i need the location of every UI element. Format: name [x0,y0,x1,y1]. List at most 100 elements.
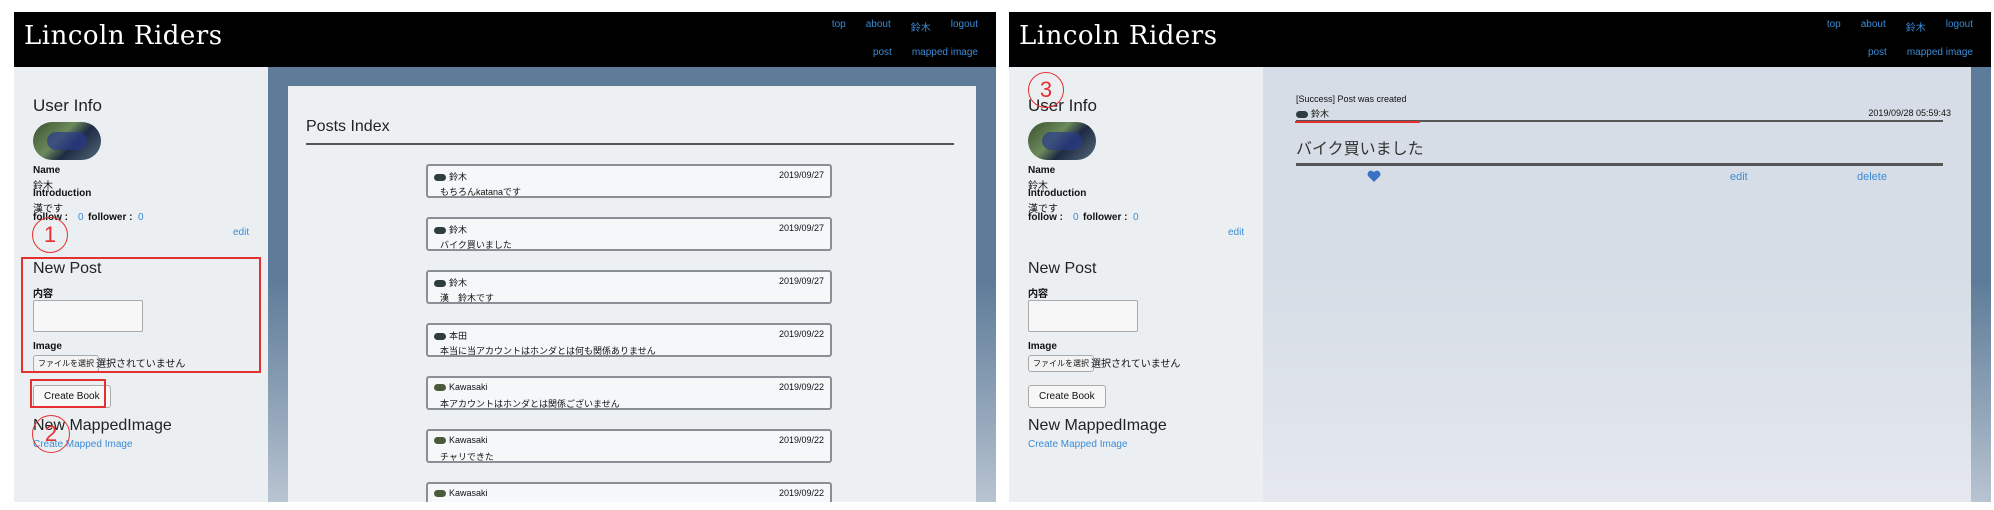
post-card[interactable]: 鈴木 2019/09/27 漢 鈴木です [426,270,832,304]
file-select-button[interactable]: ファイルを選択 [1028,355,1094,372]
avatar [434,384,446,392]
nav-link-mapped-image[interactable]: mapped image [912,47,978,58]
nav-link-mapped-image[interactable]: mapped image [1907,47,1973,58]
post-date: 2019/09/27 [778,223,824,233]
post-author-name[interactable]: Kawasaki [449,435,488,445]
annotation-box-new-post [21,257,261,373]
nav-link-top[interactable]: top [1827,19,1841,34]
create-book-button[interactable]: Create Book [1028,385,1106,408]
avatar [434,227,446,235]
nav-row-top: top about 鈴木 logout [832,19,978,34]
post-card[interactable]: 鈴木 2019/09/27 バイク買いました [426,217,832,251]
nav-link-logout[interactable]: logout [1946,19,1973,34]
follower-label: follower : [1083,212,1128,223]
avatar [434,490,446,498]
edit-profile-link[interactable]: edit [233,227,249,238]
new-post-title: New Post [1028,260,1097,277]
brand-logo[interactable]: Lincoln Riders [1019,21,1218,51]
post-author-name[interactable]: Kawasaki [449,382,488,392]
post-author: 鈴木 [434,276,467,289]
post-datetime: 2019/09/28 05:59:43 [1868,108,1951,118]
file-status: 選択されていません [1091,359,1181,370]
post-author: 鈴木 [434,170,467,183]
intro-label: Introduction [1028,188,1087,199]
post-author-name[interactable]: 鈴木 [1311,109,1329,119]
nav-row-bottom: post mapped image [1868,47,1973,58]
post-author-name[interactable]: Kawasaki [449,488,488,498]
post-author: 鈴木 [434,223,467,236]
new-mappedimage-title: New MappedImage [1028,417,1167,434]
navbar: Lincoln Riders top about 鈴木 logout post … [14,12,996,67]
edit-post-link[interactable]: edit [1730,171,1748,183]
follow-count[interactable]: 0 [1073,212,1079,223]
nav-link-post[interactable]: post [1868,47,1887,58]
content-textarea[interactable] [1028,300,1138,332]
post-date: 2019/09/22 [778,488,824,498]
nav-link-top[interactable]: top [832,19,846,34]
post-card[interactable]: 本田 2019/09/22 本当に当アカウントはホンダとは何も関係ありません [426,323,832,357]
annotation-box-create-button [30,379,106,408]
post-author: Kawasaki [434,488,488,498]
posts-index-section: Posts Index 鈴木 2019/09/27 もちろんkatanaです 鈴… [288,86,976,502]
posts-index-title: Posts Index [306,118,390,135]
post-author: 鈴木 [1296,107,1329,120]
annotation-marker-2: 2 [32,415,70,453]
delete-post-link[interactable]: delete [1857,171,1887,183]
post-author-name[interactable]: 鈴木 [449,278,467,288]
divider [306,143,954,145]
nav-link-post[interactable]: post [873,47,892,58]
screenshot-panel-right: Lincoln Riders top about 鈴木 logout post … [1009,12,1991,502]
post-date: 2019/09/22 [778,435,824,445]
avatar [434,280,446,288]
post-text: 本アカウントはホンダとは関係ございません [440,399,620,409]
nav-row-top: top about 鈴木 logout [1827,19,1973,34]
edit-profile-link[interactable]: edit [1228,227,1244,238]
nav-link-about[interactable]: about [866,19,891,34]
post-author-name[interactable]: 鈴木 [449,172,467,182]
avatar [33,122,101,160]
post-date: 2019/09/22 [778,329,824,339]
flash-message: [Success] Post was created [1296,94,1407,104]
annotation-marker-1: 1 [32,217,68,253]
avatar [434,174,446,182]
annotation-underline-flash [1295,121,1420,123]
post-text: 本当に当アカウントはホンダとは何も関係ありません [440,346,656,356]
post-text: もちろんkatanaです [440,187,522,197]
follow-label: follow : [1028,212,1063,223]
post-detail-section: [Success] Post was created 鈴木 2019/09/28… [1263,67,1971,502]
post-text: バイク買いました [440,240,512,250]
avatar [1028,122,1096,160]
post-author-name[interactable]: 本田 [449,331,467,341]
brand-logo[interactable]: Lincoln Riders [24,21,223,51]
follow-count[interactable]: 0 [78,212,84,223]
post-card[interactable]: Kawasaki 2019/09/22 [426,482,832,502]
post-card[interactable]: Kawasaki 2019/09/22 本アカウントはホンダとは関係ございません [426,376,832,410]
post-card[interactable]: 鈴木 2019/09/27 もちろんkatanaです [426,164,832,198]
post-card[interactable]: Kawasaki 2019/09/22 チャリできた [426,429,832,463]
navbar: Lincoln Riders top about 鈴木 logout post … [1009,12,1991,67]
image-label: Image [1028,341,1057,352]
sidebar: User Info Name 鈴木 Introduction 漢です follo… [1009,67,1263,502]
nav-link-user[interactable]: 鈴木 [911,19,931,34]
post-author: Kawasaki [434,382,488,392]
post-text: チャリできた [440,452,494,462]
nav-link-user[interactable]: 鈴木 [1906,19,1926,34]
heart-icon[interactable] [1367,170,1381,184]
follower-label: follower : [88,212,133,223]
post-author: Kawasaki [434,435,488,445]
nav-row-bottom: post mapped image [873,47,978,58]
nav-link-logout[interactable]: logout [951,19,978,34]
nav-link-about[interactable]: about [1861,19,1886,34]
content-label: 内容 [1028,289,1048,300]
follower-count[interactable]: 0 [1133,212,1139,223]
post-text: 漢 鈴木です [440,293,495,303]
screenshot-panel-left: Lincoln Riders top about 鈴木 logout post … [14,12,996,502]
avatar [434,333,446,341]
annotation-marker-3: 3 [1028,72,1064,108]
post-date: 2019/09/27 [778,170,824,180]
post-body: バイク買いました [1296,141,1424,158]
create-mapped-image-link[interactable]: Create Mapped Image [1028,439,1128,450]
follower-count[interactable]: 0 [138,212,144,223]
post-date: 2019/09/27 [778,276,824,286]
post-author-name[interactable]: 鈴木 [449,225,467,235]
